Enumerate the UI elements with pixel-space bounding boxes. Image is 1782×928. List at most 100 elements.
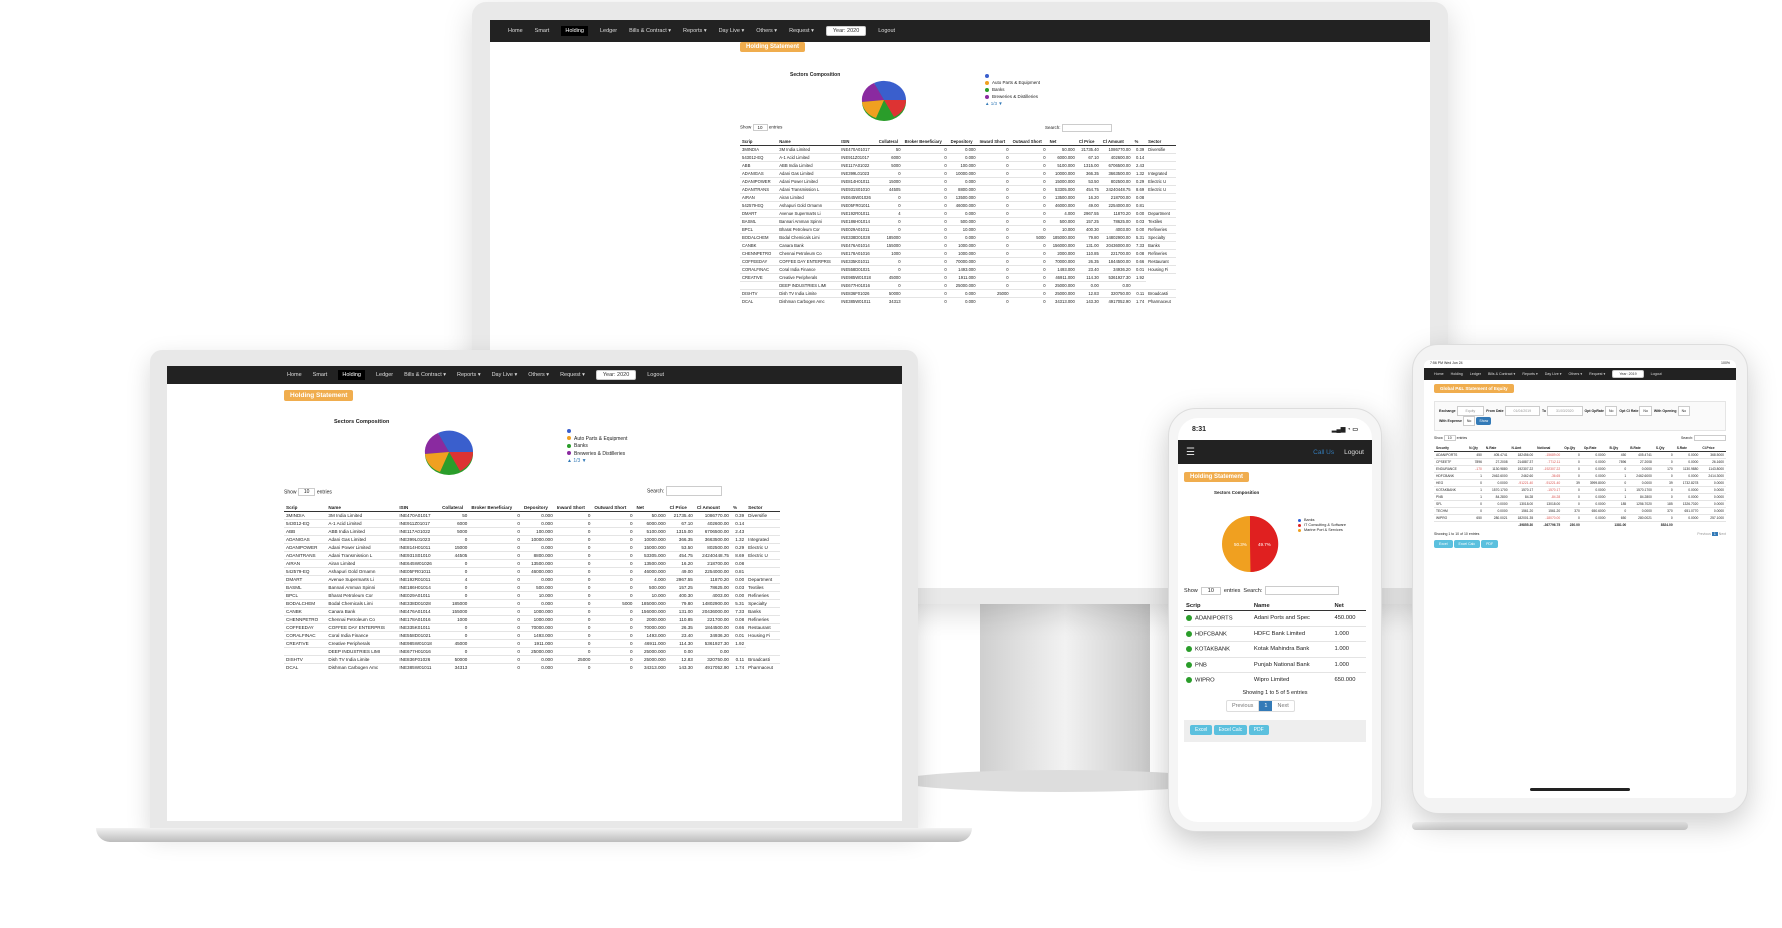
column-header[interactable]: Depository — [521, 504, 555, 512]
pdf-button[interactable]: PDF — [1481, 540, 1499, 548]
column-header[interactable]: Cl Amount — [694, 504, 731, 512]
prev-button[interactable]: Previous — [1227, 701, 1260, 711]
entries-select[interactable]: 10 — [1200, 586, 1221, 595]
call-us-link[interactable]: Call Us — [1313, 449, 1334, 456]
nav-holding[interactable]: Holding — [338, 370, 365, 380]
nav-logout[interactable]: Logout — [878, 28, 895, 34]
nav-home[interactable]: Home — [287, 372, 302, 378]
column-header[interactable]: Name — [326, 504, 398, 512]
nav-bills[interactable]: Bills & Contract ▾ — [1488, 372, 1515, 376]
nav-ledger[interactable]: Ledger — [1470, 372, 1481, 376]
search-input[interactable] — [1061, 124, 1112, 132]
nav-others[interactable]: Others ▾ — [756, 28, 777, 34]
excel-calc-button[interactable]: Excel Calc — [1213, 725, 1248, 735]
column-header[interactable]: Cl Amount — [1100, 138, 1133, 146]
excel-button[interactable]: Excel — [1190, 725, 1213, 735]
next-button[interactable]: Next — [1272, 701, 1293, 711]
entries-select[interactable]: 10 — [1443, 435, 1456, 441]
column-header[interactable]: Broker Beneficiary — [902, 138, 949, 146]
column-header[interactable]: Name — [777, 138, 840, 146]
logout-link[interactable]: Logout — [1344, 449, 1364, 456]
column-header[interactable]: Net — [1332, 602, 1366, 611]
excel-button[interactable]: Excel — [1434, 540, 1453, 548]
page-1-button[interactable]: 1 — [1259, 701, 1273, 711]
column-header[interactable]: Cl Price — [1076, 138, 1101, 146]
column-header[interactable]: ISIN — [839, 138, 877, 146]
year-select[interactable]: Year: 2019 — [1612, 370, 1644, 378]
expand-row-icon[interactable] — [1186, 630, 1192, 637]
expand-row-icon[interactable] — [1186, 677, 1192, 684]
column-header[interactable]: ISIN — [397, 504, 441, 512]
column-header[interactable]: Name — [1251, 602, 1333, 611]
menu-icon[interactable]: ☰ — [1186, 447, 1195, 458]
column-header[interactable]: Scrip — [1184, 602, 1252, 611]
search-input[interactable] — [1265, 586, 1340, 595]
expand-row-icon[interactable] — [1186, 615, 1192, 621]
excel-calc-button[interactable]: Excel Calc — [1453, 540, 1481, 548]
table-row: CORALFINAC Coral India Finance INE558D0102… — [740, 265, 1176, 274]
entries-select[interactable]: 10 — [297, 488, 316, 496]
nav-home[interactable]: Home — [508, 28, 523, 34]
nav-daylive[interactable]: Day Live ▾ — [492, 372, 518, 378]
next-button[interactable]: Next — [1719, 532, 1726, 536]
search-input[interactable] — [665, 486, 722, 496]
nav-reports[interactable]: Reports ▾ — [1522, 372, 1537, 376]
expand-row-icon[interactable] — [1186, 646, 1192, 653]
nav-others[interactable]: Others ▾ — [528, 372, 549, 378]
nav-holding[interactable]: Holding — [1451, 372, 1463, 376]
from-date-input[interactable]: 01/04/2019 — [1504, 406, 1541, 416]
nav-others[interactable]: Others ▾ — [1569, 372, 1583, 376]
entries-select[interactable]: 10 — [752, 124, 768, 131]
nav-request[interactable]: Request ▾ — [1589, 372, 1605, 376]
nav-ledger[interactable]: Ledger — [600, 28, 617, 34]
column-header[interactable]: Collateral — [440, 504, 470, 512]
column-header[interactable]: Depository — [948, 138, 978, 146]
with-opening-select[interactable]: No — [1677, 406, 1691, 416]
column-header[interactable]: Broker Beneficiary — [469, 504, 522, 512]
expand-row-icon[interactable] — [1186, 661, 1192, 668]
nav-reports[interactable]: Reports ▾ — [457, 372, 481, 378]
column-header[interactable]: Outward Short — [1010, 138, 1048, 146]
column-header[interactable]: Net — [1047, 138, 1077, 146]
to-date-input[interactable]: 31/03/2020 — [1547, 406, 1583, 416]
column-header[interactable]: Inward Short — [554, 504, 593, 512]
nav-request[interactable]: Request ▾ — [560, 372, 585, 378]
column-header[interactable]: Scrip — [740, 138, 778, 146]
column-header[interactable]: Scrip — [284, 504, 327, 512]
nav-reports[interactable]: Reports ▾ — [683, 28, 707, 34]
nav-logout[interactable]: Logout — [1651, 372, 1662, 376]
pdf-button[interactable]: PDF — [1248, 725, 1269, 735]
nav-smart[interactable]: Smart — [313, 372, 328, 378]
column-header[interactable]: Net — [634, 504, 668, 512]
column-header[interactable]: % — [1132, 138, 1147, 146]
nav-smart[interactable]: Smart — [535, 28, 550, 34]
column-header[interactable]: Sector — [746, 504, 780, 512]
year-select[interactable]: Year: 2020 — [825, 26, 867, 36]
legend-pager[interactable]: ▲ 1/3 ▼ — [985, 100, 1040, 107]
search-input[interactable] — [1694, 435, 1726, 441]
column-header[interactable]: Inward Short — [977, 138, 1011, 146]
column-header[interactable]: Cl Price — [667, 504, 695, 512]
column-header[interactable]: Sector — [1146, 138, 1176, 146]
opt-oprate-select[interactable]: No — [1604, 406, 1618, 416]
nav-logout[interactable]: Logout — [647, 372, 664, 378]
year-select[interactable]: Year: 2020 — [595, 370, 637, 380]
nav-daylive[interactable]: Day Live ▾ — [719, 28, 745, 34]
prev-button[interactable]: Previous — [1697, 532, 1711, 536]
nav-bills[interactable]: Bills & Contract ▾ — [629, 28, 671, 34]
nav-home[interactable]: Home — [1434, 372, 1444, 376]
column-header[interactable]: % — [730, 504, 747, 512]
legend-pager[interactable]: ▲ 1/3 ▼ — [567, 458, 627, 466]
opt-clrate-select[interactable]: No — [1639, 406, 1652, 416]
nav-bills[interactable]: Bills & Contract ▾ — [404, 372, 446, 378]
exchange-select[interactable]: Equity — [1456, 406, 1485, 416]
nav-request[interactable]: Request ▾ — [789, 28, 814, 34]
nav-holding[interactable]: Holding — [561, 26, 588, 36]
show-button[interactable]: Show — [1476, 416, 1492, 425]
column-header[interactable]: Outward Short — [592, 504, 635, 512]
page-1-button[interactable]: 1 — [1711, 532, 1718, 536]
column-header[interactable]: Collateral — [876, 138, 903, 146]
with-expense-select[interactable]: No — [1462, 416, 1476, 426]
nav-daylive[interactable]: Day Live ▾ — [1545, 372, 1562, 376]
nav-ledger[interactable]: Ledger — [376, 372, 393, 378]
